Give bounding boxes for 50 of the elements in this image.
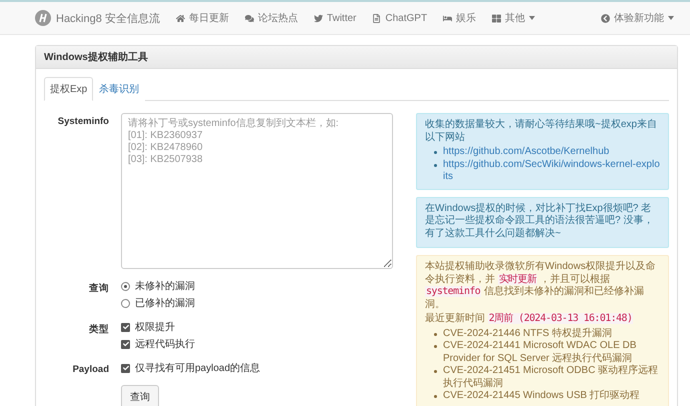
nav-link[interactable]: 论坛热点 <box>236 11 306 25</box>
cve-item: CVE-2024-21446 NTFS 特权提升漏洞 <box>443 328 613 340</box>
twitter-icon <box>314 14 323 22</box>
nav-link[interactable]: 每日更新 <box>168 11 237 25</box>
bed-icon <box>443 14 452 22</box>
radio-option[interactable]: 已修补的漏洞 <box>121 296 404 310</box>
home-icon <box>176 14 185 22</box>
checkbox[interactable] <box>121 340 130 348</box>
nav-link[interactable]: 体验新功能 <box>593 11 682 25</box>
field-label: Systeminfo <box>56 115 109 129</box>
checkbox[interactable] <box>121 364 130 372</box>
alert-text: 收集的数据量较大，请耐心等待结果哦~提权exp来自以下网站 <box>425 119 658 144</box>
source-link[interactable]: https://github.com/SecWiki/windows-kernel-exploits <box>443 158 660 184</box>
radio-button[interactable] <box>121 282 130 290</box>
nav-link[interactable]: 其他 <box>484 11 544 25</box>
nav-link[interactable]: 娱乐 <box>435 11 484 25</box>
field-label: Payload <box>72 363 109 375</box>
brand-link[interactable]: Hacking8 安全信息流 <box>35 10 160 26</box>
field-label: 查询 <box>88 282 109 296</box>
cve-item: CVE-2024-21451 Microsoft ODBC 驱动程序远程执行代码漏洞 <box>443 365 660 390</box>
field-label: 类型 <box>88 323 109 337</box>
comments-icon <box>244 14 254 22</box>
tab[interactable]: 提权Exp <box>44 77 94 101</box>
checkbox-option[interactable]: 仅寻找有可用payload的信息 <box>121 361 404 375</box>
back-icon <box>601 14 610 22</box>
bullet-icon <box>434 370 437 373</box>
checkbox[interactable] <box>121 322 130 332</box>
bullet-icon <box>434 332 437 336</box>
nav-link[interactable]: Twitter <box>306 12 364 24</box>
radio-option[interactable]: 未修补的漏洞 <box>121 279 404 293</box>
logo-icon <box>35 10 51 26</box>
file-icon <box>372 14 382 22</box>
grid-icon <box>492 14 502 22</box>
bullet-icon <box>434 345 437 348</box>
source-link[interactable]: https://github.com/Ascotbe/Kernelhub <box>443 146 660 158</box>
cve-item: CVE-2024-21441 Microsoft WDAC OLE DB Provider for SQL Server 远程执行代码漏洞 <box>443 340 638 364</box>
query-button[interactable]: 查询 <box>121 385 159 406</box>
panel-title: Windows提权辅助工具 <box>36 46 677 69</box>
checkbox-option[interactable]: 权限提升 <box>121 320 404 334</box>
bullet-icon <box>434 151 437 154</box>
checkbox-option[interactable]: 远程代码执行 <box>121 337 404 351</box>
alert-text: 在Windows提权的时候，对比补丁找Exp很烦吧? 老是忘记一些提权命令跟工具的语法很苦逼吧? 没事，有了这款工具什么问题都解决~ <box>425 202 654 240</box>
systeminfo-field[interactable]: 请将补丁号或systeminfo信息复制到文本栏，如: [01]: KB2360937 [02]: KB2478960 [03]: KB2507938 <box>121 113 393 269</box>
alert-text: 本站提权辅助收录微软所有Windows权限提升以及命令执行资料，并 实时更新 ，并且可以根据 systeminfo 信息找到未修补的漏洞和已经修补漏洞。 <box>425 261 657 311</box>
cve-item: CVE-2024-21445 Windows USB 打印驱动程 <box>443 390 641 402</box>
radio-button[interactable] <box>121 298 130 308</box>
nav-link[interactable]: ChatGPT <box>364 12 436 24</box>
bullet-icon <box>434 395 437 398</box>
bullet-icon <box>434 164 437 166</box>
alert-text: 最近更新时间 2周前 (2024-03-13 16:01:48) <box>425 313 634 326</box>
